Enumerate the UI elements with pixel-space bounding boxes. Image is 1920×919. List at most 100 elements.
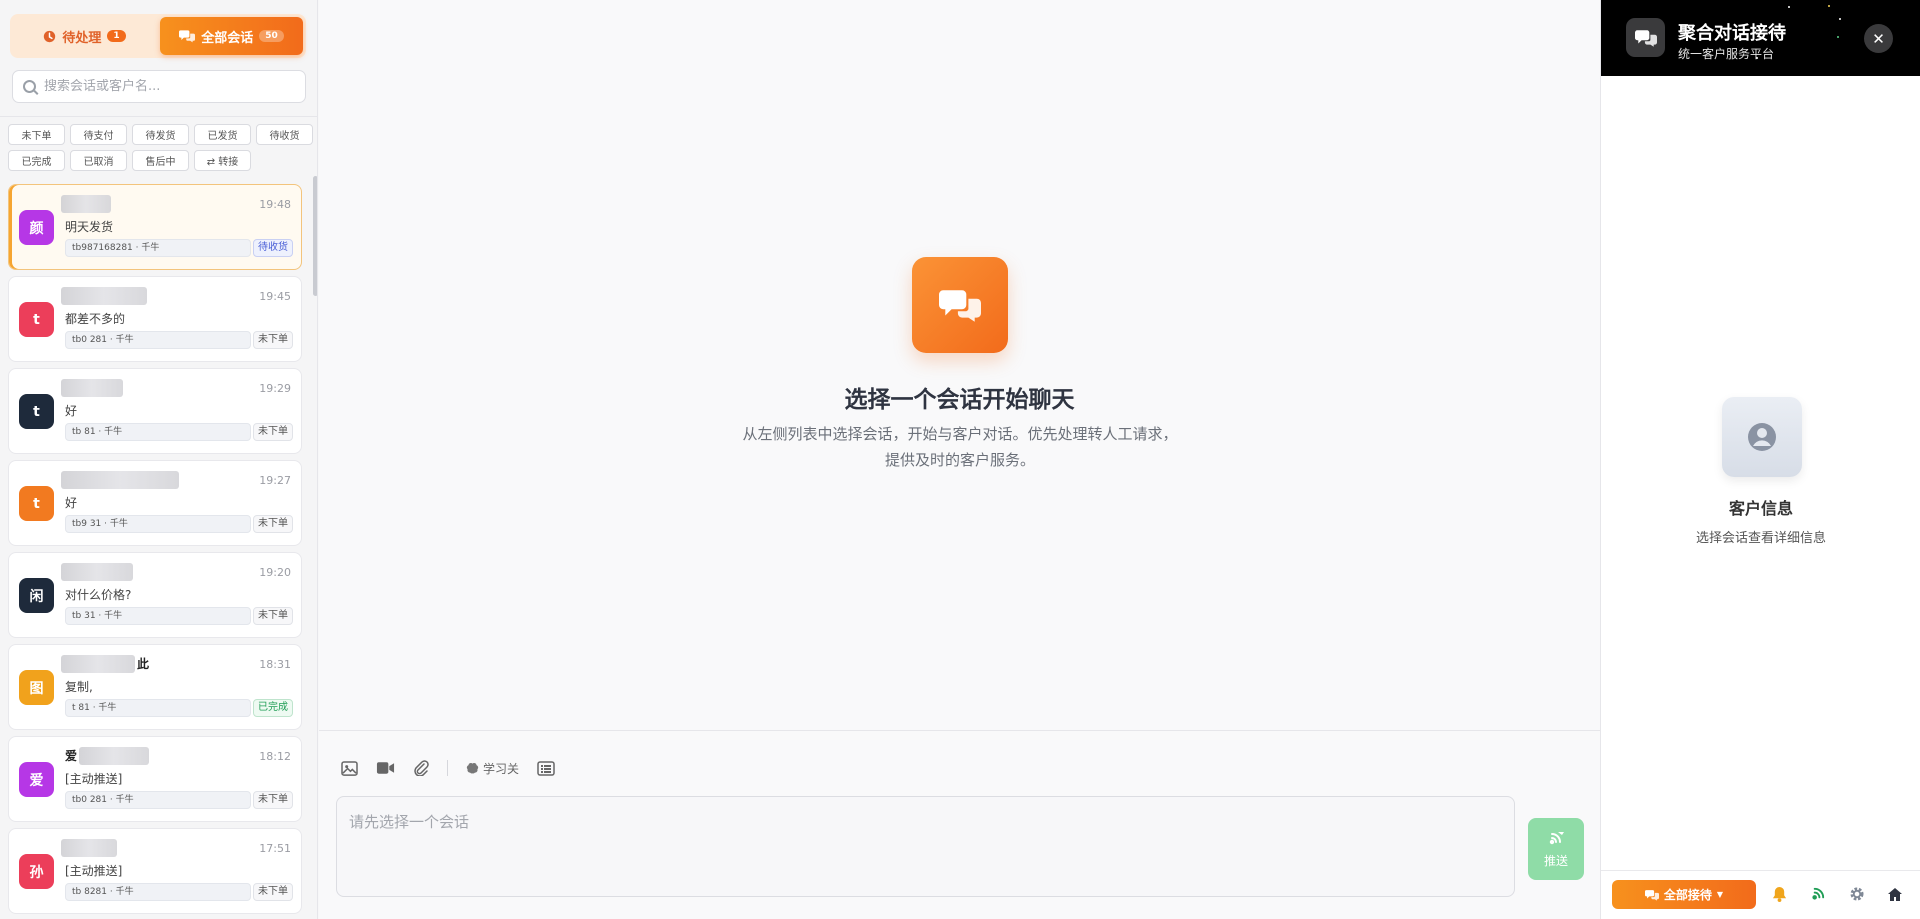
home-icon bbox=[1888, 887, 1902, 901]
last-message: 都差不多的 bbox=[65, 312, 126, 326]
app-logo bbox=[1626, 18, 1665, 57]
search-box bbox=[12, 70, 306, 103]
image-button[interactable] bbox=[341, 760, 358, 776]
header-decoration bbox=[1839, 18, 1841, 20]
pending-count-badge: 1 bbox=[107, 30, 126, 42]
list-scrollbar[interactable] bbox=[313, 176, 317, 296]
filter-after-sales[interactable]: 售后中 bbox=[132, 150, 189, 171]
customer-name-redacted bbox=[61, 655, 135, 673]
status-badge: 未下单 bbox=[253, 607, 293, 625]
close-icon: ✕ bbox=[1872, 29, 1885, 48]
conversation-item[interactable]: t 19:45 都差不多的 tb0 281 · 千牛 未下单 bbox=[8, 276, 302, 362]
filter-pending-payment[interactable]: 待支付 bbox=[70, 124, 127, 145]
avatar: 孙 bbox=[19, 854, 54, 889]
customer-name-redacted bbox=[61, 379, 123, 397]
conversation-item[interactable]: 图 此 18:31 复制, t 81 · 千牛 已完成 bbox=[8, 644, 302, 730]
filter-transfer[interactable]: ⇄ 转接 bbox=[194, 150, 251, 171]
filter-cancelled[interactable]: 已取消 bbox=[70, 150, 127, 171]
header-decoration bbox=[1828, 5, 1830, 7]
panel-footer: 全部接待 ▼ bbox=[1601, 870, 1920, 919]
quick-reply-button[interactable] bbox=[537, 760, 555, 776]
divider bbox=[319, 730, 1600, 731]
conversation-item[interactable]: 爱 爱 18:12 [主动推送] tb0 281 · 千牛 未下单 bbox=[8, 736, 302, 822]
status-badge: 未下单 bbox=[253, 791, 293, 809]
toolbar-divider bbox=[447, 760, 448, 776]
account-meta: tb 81 · 千牛 bbox=[65, 423, 251, 441]
tab-all-label: 全部会话 bbox=[201, 30, 254, 46]
chat-bubbles-icon bbox=[1634, 29, 1657, 47]
user-circle-icon bbox=[1748, 423, 1776, 451]
filter-pending-receipt[interactable]: 待收货 bbox=[256, 124, 313, 145]
tab-pending[interactable]: 待处理 1 bbox=[13, 17, 156, 55]
message-input-box bbox=[336, 796, 1515, 897]
search-icon bbox=[23, 80, 36, 93]
send-button[interactable]: 推送 bbox=[1528, 818, 1584, 880]
filter-not-ordered[interactable]: 未下单 bbox=[8, 124, 65, 145]
filter-pending-shipment[interactable]: 待发货 bbox=[132, 124, 189, 145]
status-badge: 未下单 bbox=[253, 883, 293, 901]
home-button[interactable] bbox=[1884, 883, 1906, 905]
notifications-button[interactable] bbox=[1768, 883, 1790, 905]
all-count-badge: 50 bbox=[259, 30, 284, 42]
search-input[interactable] bbox=[44, 79, 294, 94]
message-time: 19:27 bbox=[259, 474, 291, 487]
avatar: 爱 bbox=[19, 762, 54, 797]
avatar: 颜 bbox=[19, 210, 54, 245]
last-message: 明天发货 bbox=[65, 220, 114, 234]
paperclip-icon bbox=[414, 760, 429, 776]
message-input[interactable] bbox=[349, 811, 1502, 882]
brain-icon bbox=[466, 762, 479, 773]
connection-status-button[interactable] bbox=[1806, 883, 1828, 905]
customer-name-redacted bbox=[61, 471, 179, 489]
tab-pending-label: 待处理 bbox=[62, 30, 102, 46]
close-button[interactable]: ✕ bbox=[1864, 24, 1893, 53]
customer-name-tail: 爱 bbox=[65, 749, 78, 763]
last-message: 好 bbox=[65, 496, 78, 510]
learning-toggle[interactable]: 学习关 bbox=[466, 760, 519, 777]
customer-name-redacted bbox=[61, 839, 117, 857]
customer-name-redacted bbox=[61, 563, 133, 581]
customer-name-redacted bbox=[61, 287, 147, 305]
account-meta: tb 31 · 千牛 bbox=[65, 607, 251, 625]
settings-button[interactable] bbox=[1846, 883, 1868, 905]
last-message: 对什么价格? bbox=[65, 588, 132, 602]
account-meta: tb987168281 · 千牛 bbox=[65, 239, 251, 257]
reception-mode-dropdown[interactable]: 全部接待 ▼ bbox=[1612, 880, 1756, 909]
account-meta: tb9 31 · 千牛 bbox=[65, 515, 251, 533]
divider bbox=[0, 116, 317, 117]
attachment-button[interactable] bbox=[413, 760, 429, 776]
account-meta: tb 8281 · 千牛 bbox=[65, 883, 251, 901]
filter-completed[interactable]: 已完成 bbox=[8, 150, 65, 171]
conversation-item[interactable]: t 19:27 好 tb9 31 · 千牛 未下单 bbox=[8, 460, 302, 546]
image-icon bbox=[341, 760, 358, 776]
header-decoration bbox=[1788, 6, 1790, 8]
account-meta: t 81 · 千牛 bbox=[65, 699, 251, 717]
account-meta: tb0 281 · 千牛 bbox=[65, 791, 251, 809]
status-badge: 待收货 bbox=[253, 239, 293, 257]
conversation-item[interactable]: 孙 17:51 [主动推送] tb 8281 · 千牛 未下单 bbox=[8, 828, 302, 914]
tab-all[interactable]: 全部会话 50 bbox=[160, 17, 303, 55]
video-icon bbox=[376, 762, 395, 774]
message-time: 19:20 bbox=[259, 566, 291, 579]
last-message: [主动推送] bbox=[65, 864, 123, 878]
bell-icon bbox=[1772, 886, 1786, 902]
avatar: t bbox=[19, 302, 54, 337]
status-badge: 未下单 bbox=[253, 423, 293, 441]
conversation-item[interactable]: 颜 19:48 明天发货 tb987168281 · 千牛 待收货 bbox=[8, 184, 302, 270]
customer-info-title: 客户信息 bbox=[1728, 499, 1793, 518]
status-badge: 已完成 bbox=[253, 699, 293, 717]
account-meta: tb0 281 · 千牛 bbox=[65, 331, 251, 349]
last-message: 复制, bbox=[65, 680, 93, 694]
learning-toggle-label: 学习关 bbox=[483, 761, 520, 776]
conversation-item[interactable]: t 19:29 好 tb 81 · 千牛 未下单 bbox=[8, 368, 302, 454]
broadcast-icon bbox=[1549, 831, 1564, 844]
video-button[interactable] bbox=[376, 761, 395, 775]
chat-bubbles-icon bbox=[1644, 889, 1659, 901]
chat-bubbles-icon bbox=[912, 257, 1008, 353]
filter-shipped[interactable]: 已发货 bbox=[194, 124, 251, 145]
avatar: t bbox=[19, 394, 54, 429]
message-time: 17:51 bbox=[259, 842, 291, 855]
conversation-sidebar: 待处理 1 全部会话 50 未下单 待支付 待发货 已发货 待收货 已完成 已取… bbox=[0, 0, 318, 919]
conversation-item[interactable]: 闲 19:20 对什么价格? tb 31 · 千牛 未下单 bbox=[8, 552, 302, 638]
clock-icon bbox=[44, 30, 56, 42]
